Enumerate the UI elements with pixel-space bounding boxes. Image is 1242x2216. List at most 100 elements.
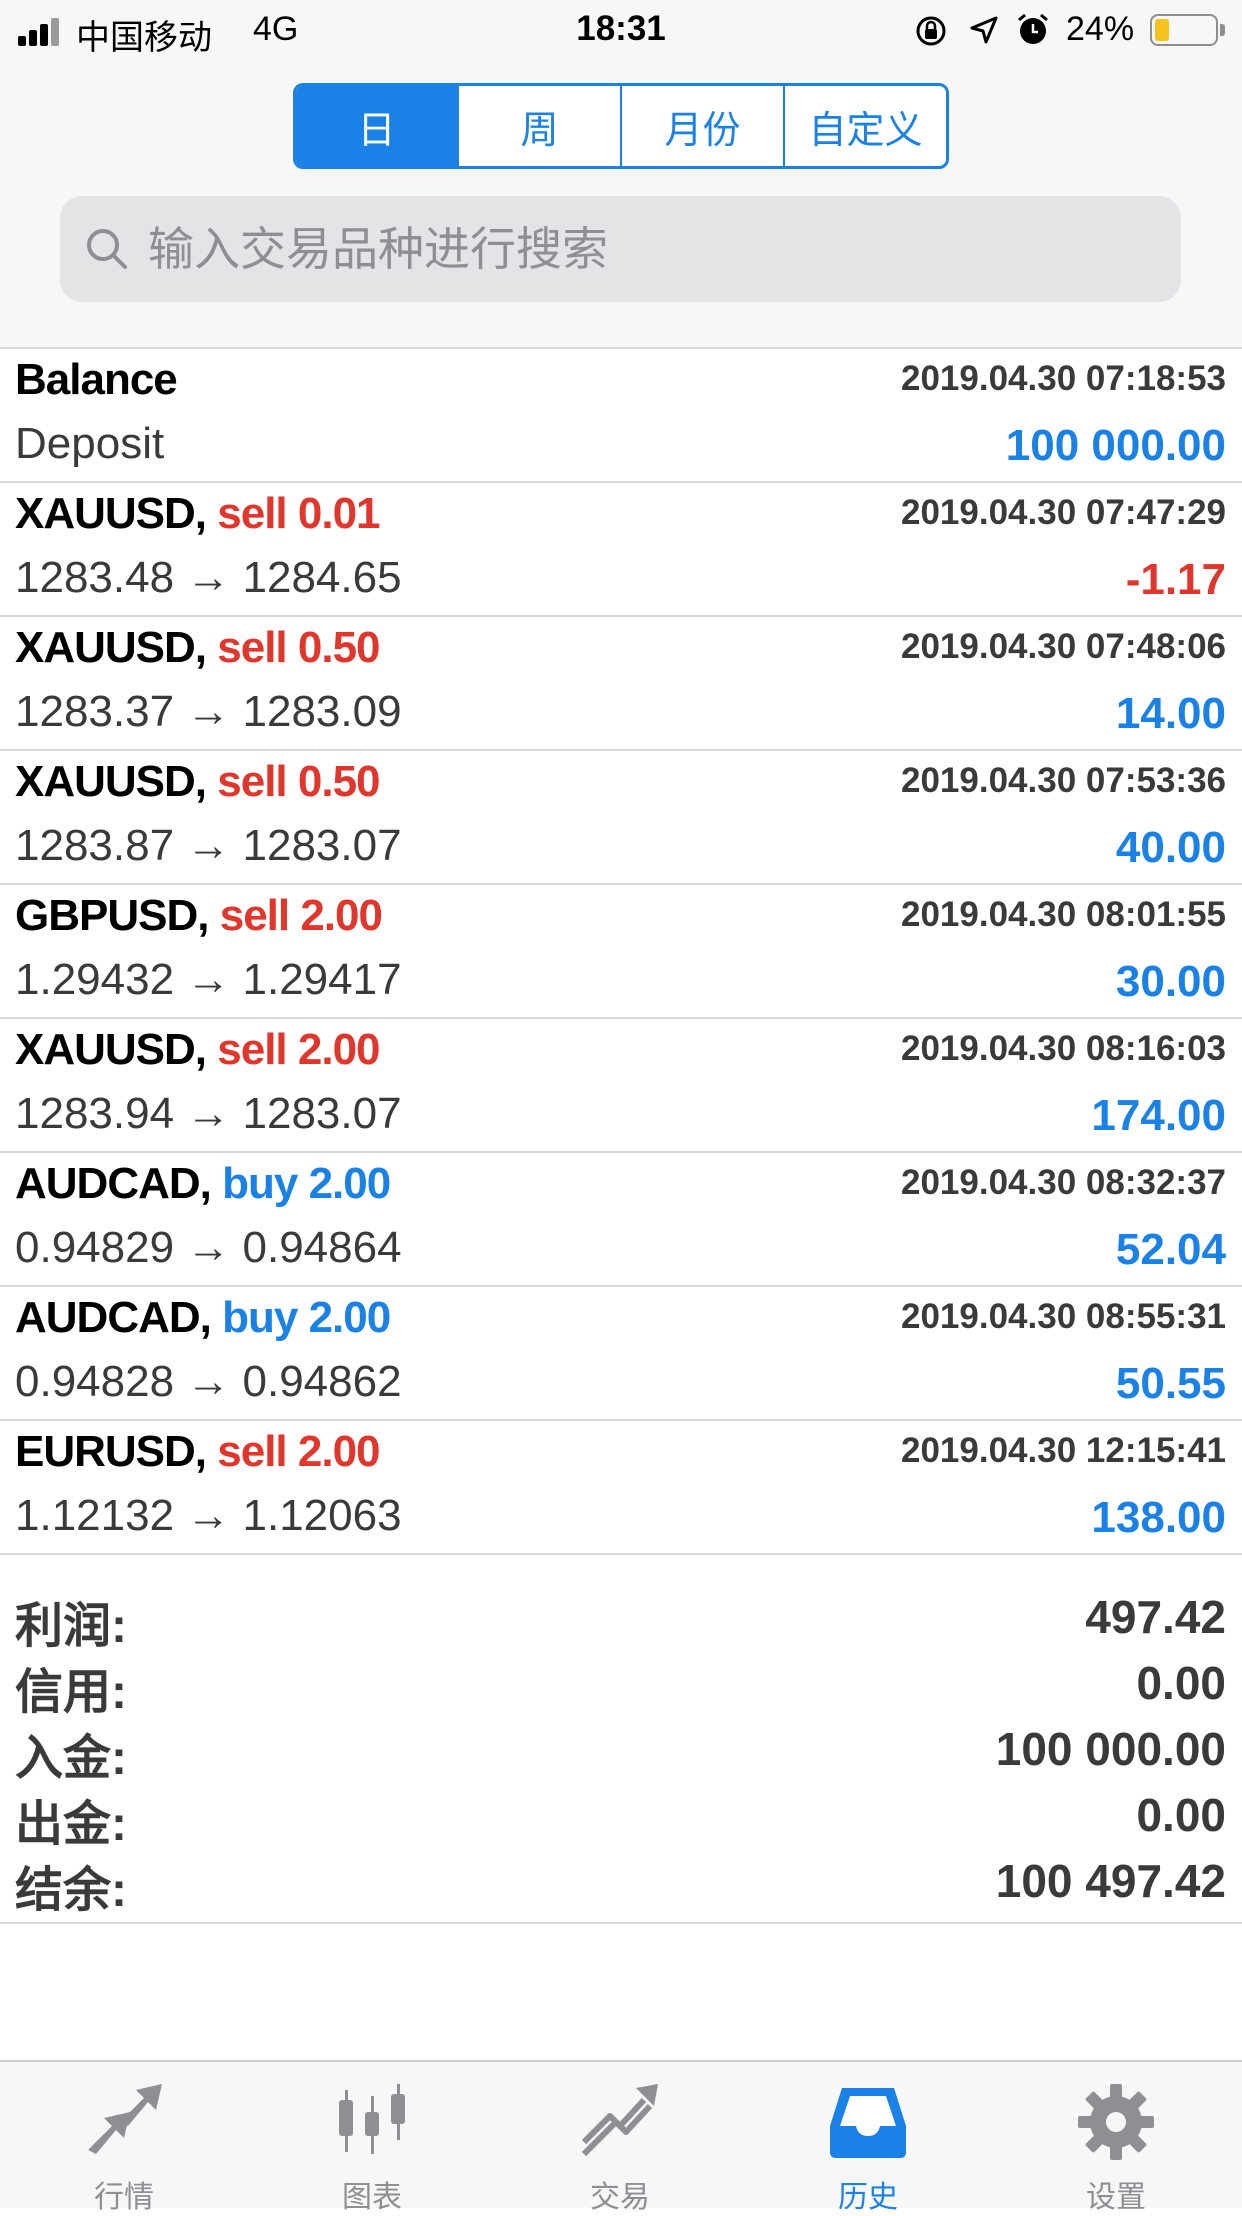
summary-row: 结余: 100 497.42 <box>0 1844 1242 1917</box>
tab-week[interactable]: 周 <box>459 86 622 166</box>
balance-row[interactable]: Balance 2019.04.30 07:18:53 Deposit 100 … <box>0 349 1242 483</box>
location-icon <box>970 16 998 44</box>
search-input[interactable] <box>148 196 1148 302</box>
trade-prices: 0.94828 → 0.94862 <box>15 1357 402 1406</box>
symbol-name: EURUSD, <box>15 1427 207 1476</box>
trade-side: sell 0.50 <box>217 757 380 806</box>
trade-row[interactable]: XAUUSD, sell 0.50 2019.04.30 07:53:36 1283… <box>0 751 1242 885</box>
symbol-name: AUDCAD, <box>15 1159 212 1208</box>
trade-trend-icon <box>581 2084 658 2157</box>
trade-profit: -1.17 <box>1125 555 1226 604</box>
candlestick-chart-icon <box>339 2084 405 2154</box>
tab-trade[interactable]: 交易 <box>496 2062 744 2214</box>
trade-side: sell 2.00 <box>217 1025 380 1074</box>
trade-side: sell 0.50 <box>217 623 380 672</box>
tab-day[interactable]: 日 <box>296 86 459 166</box>
gear-icon <box>1078 2084 1154 2160</box>
period-segmented-control: 日 周 月份 自定义 <box>293 83 949 169</box>
trade-time: 2019.04.30 12:15:41 <box>901 1431 1226 1470</box>
trade-time: 2019.04.30 07:48:06 <box>901 627 1226 666</box>
trade-row[interactable]: XAUUSD, sell 0.50 2019.04.30 07:48:06 1283… <box>0 617 1242 751</box>
trade-side: buy 2.00 <box>222 1159 391 1208</box>
tab-history[interactable]: 历史 <box>744 2062 992 2214</box>
trade-prices: 0.94829 → 0.94864 <box>15 1223 402 1272</box>
trade-symbol: AUDCAD, buy 2.00 <box>15 1159 391 1209</box>
tab-month[interactable]: 月份 <box>622 86 785 166</box>
trade-prices: 1.29432 → 1.29417 <box>15 955 402 1004</box>
trade-symbol: XAUUSD, sell 0.50 <box>15 623 381 673</box>
tab-trade-label: 交易 <box>590 2181 650 2214</box>
summary-row: 利润: 497.42 <box>0 1580 1242 1653</box>
trade-row[interactable]: GBPUSD, sell 2.00 2019.04.30 08:01:55 1.29… <box>0 885 1242 1019</box>
tab-history-label: 历史 <box>838 2181 898 2214</box>
trade-profit: 14.00 <box>1115 689 1226 738</box>
battery-level-fill <box>1155 19 1169 41</box>
trade-side: sell 0.01 <box>217 489 380 538</box>
trade-time: 2019.04.30 07:53:36 <box>901 761 1226 800</box>
tab-settings[interactable]: 设置 <box>992 2062 1240 2214</box>
balance-time: 2019.04.30 07:18:53 <box>901 359 1226 398</box>
summary-row: 出金: 0.00 <box>0 1778 1242 1851</box>
status-bar: 中国移动 4G 18:31 24% <box>0 0 1242 62</box>
symbol-name: AUDCAD, <box>15 1293 212 1342</box>
trade-row[interactable]: XAUUSD, sell 2.00 2019.04.30 08:16:03 1283… <box>0 1019 1242 1153</box>
alarm-icon <box>1018 13 1048 44</box>
symbol-name: XAUUSD, <box>15 757 207 806</box>
trade-profit: 138.00 <box>1091 1493 1226 1542</box>
trade-symbol: EURUSD, sell 2.00 <box>15 1427 381 1477</box>
bottom-tab-bar: 行情 图表 交易 历史 设置 <box>0 2060 1242 2214</box>
tab-charts[interactable]: 图表 <box>248 2062 496 2214</box>
summary-value: 100 497.42 <box>995 1855 1226 1907</box>
trade-row[interactable]: AUDCAD, buy 2.00 2019.04.30 08:32:37 0.948… <box>0 1153 1242 1287</box>
trade-row[interactable]: EURUSD, sell 2.00 2019.04.30 12:15:41 1.12… <box>0 1421 1242 1555</box>
trade-row[interactable]: AUDCAD, buy 2.00 2019.04.30 08:55:31 0.948… <box>0 1287 1242 1421</box>
symbol-name: GBPUSD, <box>15 891 209 940</box>
summary-row: 信用: 0.00 <box>0 1646 1242 1719</box>
trade-side: buy 2.00 <box>222 1293 391 1342</box>
history-inbox-icon <box>830 2088 906 2158</box>
trade-profit: 30.00 <box>1115 957 1226 1006</box>
summary-panel: 利润: 497.42 信用: 0.00 入金: 100 000.00 出金: 0.00 结余: 1… <box>0 1570 1242 1924</box>
summary-label: 结余: <box>15 1864 127 1917</box>
trade-symbol: AUDCAD, buy 2.00 <box>15 1293 391 1343</box>
trade-symbol: XAUUSD, sell 0.50 <box>15 757 381 807</box>
search-icon <box>87 229 127 269</box>
tab-quotes[interactable]: 行情 <box>0 2062 248 2214</box>
summary-value: 497.42 <box>1085 1591 1226 1643</box>
tab-charts-label: 图表 <box>342 2181 402 2214</box>
balance-title: Balance <box>15 355 178 404</box>
status-time: 18:31 <box>576 9 666 48</box>
trade-prices: 1283.37 → 1283.09 <box>15 687 402 736</box>
quotes-arrows-icon <box>88 2084 162 2154</box>
symbol-name: XAUUSD, <box>15 623 207 672</box>
battery-percentage: 24% <box>1066 10 1135 48</box>
trade-prices: 1283.94 → 1283.07 <box>15 1089 402 1138</box>
history-list: Balance 2019.04.30 07:18:53 Deposit 100 … <box>0 349 1242 1555</box>
symbol-name: XAUUSD, <box>15 1025 207 1074</box>
summary-value: 0.00 <box>1136 1789 1226 1841</box>
trade-prices: 1283.87 → 1283.07 <box>15 821 402 870</box>
balance-type: Deposit <box>15 419 165 468</box>
trade-row[interactable]: XAUUSD, sell 0.01 2019.04.30 07:47:29 1283… <box>0 483 1242 617</box>
search-bar[interactable] <box>60 196 1181 302</box>
trade-time: 2019.04.30 08:16:03 <box>901 1029 1226 1068</box>
trade-symbol: XAUUSD, sell 2.00 <box>15 1025 381 1075</box>
tab-quotes-label: 行情 <box>94 2181 154 2214</box>
tab-settings-label: 设置 <box>1086 2181 1146 2214</box>
symbol-name: XAUUSD, <box>15 489 207 538</box>
trade-prices: 1283.48 → 1284.65 <box>15 553 402 602</box>
balance-amount: 100 000.00 <box>1005 421 1226 470</box>
summary-row: 入金: 100 000.00 <box>0 1712 1242 1785</box>
trade-profit: 174.00 <box>1091 1091 1226 1140</box>
tab-custom[interactable]: 自定义 <box>785 86 946 166</box>
trade-time: 2019.04.30 07:47:29 <box>901 493 1226 532</box>
trade-symbol: GBPUSD, sell 2.00 <box>15 891 383 941</box>
summary-value: 0.00 <box>1136 1657 1226 1709</box>
battery-cap <box>1220 24 1225 36</box>
trade-time: 2019.04.30 08:01:55 <box>901 895 1226 934</box>
header-area: 中国移动 4G 18:31 24% 日 周 月份 自定义 <box>0 0 1242 349</box>
trade-time: 2019.04.30 08:55:31 <box>901 1297 1226 1336</box>
trade-time: 2019.04.30 08:32:37 <box>901 1163 1226 1202</box>
trade-profit: 40.00 <box>1115 823 1226 872</box>
summary-value: 100 000.00 <box>995 1723 1226 1775</box>
